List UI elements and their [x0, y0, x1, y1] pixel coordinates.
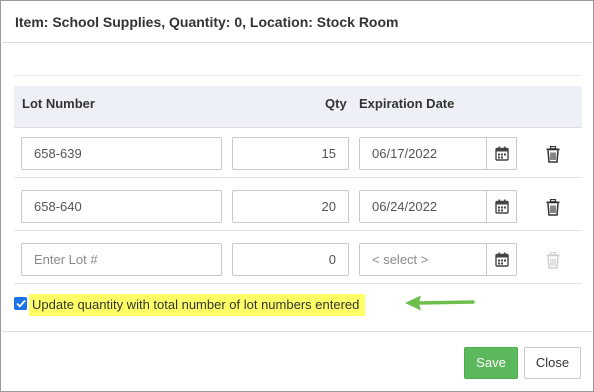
new-lot-number-input[interactable]: Enter Lot #: [21, 243, 222, 276]
trash-icon-disabled: [543, 250, 563, 270]
lot-numbers-dialog: Item: School Supplies, Quantity: 0, Loca…: [0, 0, 594, 392]
arrow-left-icon: [404, 294, 476, 317]
expiration-date-placeholder: < select >: [372, 252, 429, 267]
expiration-date-value: 06/24/2022: [372, 199, 438, 214]
new-expiration-date-select[interactable]: < select >: [359, 243, 517, 276]
qty-input[interactable]: 20: [232, 190, 349, 223]
new-lot-row: Enter Lot # 0 < select >: [14, 235, 582, 284]
update-quantity-label[interactable]: Update quantity with total number of lot…: [29, 294, 366, 316]
qty-input[interactable]: 15: [232, 137, 349, 170]
update-quantity-checkbox[interactable]: [14, 297, 27, 310]
lot-number-input[interactable]: 658-639: [21, 137, 222, 170]
column-qty: Qty: [325, 96, 347, 111]
close-button[interactable]: Close: [524, 347, 581, 379]
calendar-icon[interactable]: [486, 244, 516, 275]
body-divider: [14, 75, 580, 76]
trash-icon[interactable]: [543, 144, 563, 164]
expiration-date-input[interactable]: 06/17/2022: [359, 137, 517, 170]
dialog-header: Item: School Supplies, Quantity: 0, Loca…: [2, 2, 592, 43]
calendar-icon[interactable]: [486, 191, 516, 222]
calendar-icon[interactable]: [486, 138, 516, 169]
lot-number-input[interactable]: 658-640: [21, 190, 222, 223]
column-expiration-date: Expiration Date: [359, 96, 455, 111]
column-lot-number: Lot Number: [22, 96, 95, 111]
expiration-date-input[interactable]: 06/24/2022: [359, 190, 517, 223]
table-header: Lot Number Qty Expiration Date: [14, 86, 582, 128]
save-button[interactable]: Save: [464, 347, 518, 379]
trash-icon[interactable]: [543, 197, 563, 217]
footer-divider: [2, 331, 592, 332]
table-row: 658-640 20 06/24/2022: [14, 182, 582, 231]
table-row: 658-639 15 06/17/2022: [14, 129, 582, 178]
new-qty-input[interactable]: 0: [232, 243, 349, 276]
expiration-date-value: 06/17/2022: [372, 146, 438, 161]
dialog-title: Item: School Supplies, Quantity: 0, Loca…: [15, 14, 399, 30]
